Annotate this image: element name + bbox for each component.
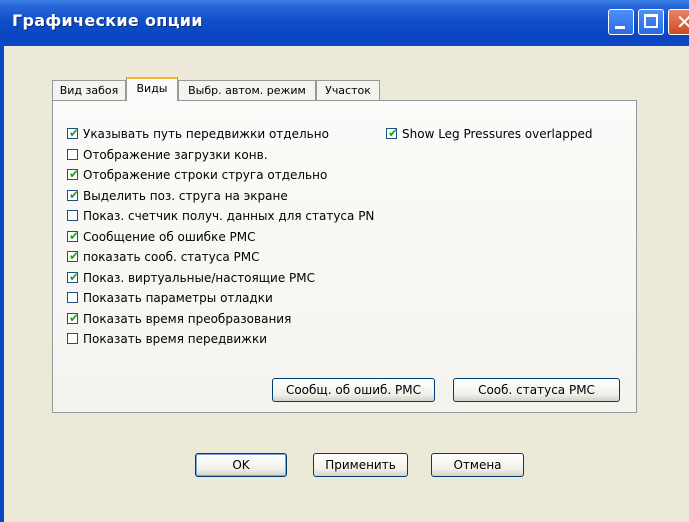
checkmark-icon: ✔ xyxy=(69,310,80,325)
title-bar[interactable]: Графические опции ✕ xyxy=(0,0,689,46)
checkmark-icon: ✔ xyxy=(69,249,80,263)
option-label: Выделить поз. струга на экране xyxy=(83,188,288,203)
option-label: Отображение строки струга отдельно xyxy=(83,168,328,182)
ok-button[interactable]: OK xyxy=(195,453,287,477)
option-label: Показ. счетчик получ. данных для статуса… xyxy=(83,209,375,223)
option-label: Show Leg Pressures overlapped xyxy=(402,127,593,141)
close-button[interactable]: ✕ xyxy=(668,9,689,35)
checkbox-box[interactable] xyxy=(67,210,78,221)
window-title: Графические опции xyxy=(12,11,203,30)
cancel-button[interactable]: Отмена xyxy=(431,453,524,477)
checkmark-icon: ✔ xyxy=(69,167,80,181)
tab-panel-views: ✔ Указывать путь передвижки отдельно Отобр… xyxy=(52,100,637,413)
checkbox-box[interactable]: ✔ xyxy=(67,187,80,202)
maximize-button[interactable] xyxy=(638,9,664,35)
option-label: Показать время передвижки xyxy=(83,332,267,346)
option-label: Показать время преобразования xyxy=(83,311,292,326)
minimize-button[interactable] xyxy=(608,9,634,35)
error-message-pmc-button[interactable]: Сообщ. об ошиб. PMC xyxy=(272,378,435,402)
checkmark-icon: ✔ xyxy=(388,126,399,140)
checkmark-icon: ✔ xyxy=(69,228,80,243)
checkbox-box[interactable]: ✔ xyxy=(67,249,80,263)
minimize-icon xyxy=(615,26,625,29)
option-label: Показ. виртуальные/настоящие PMC xyxy=(83,270,316,285)
checkbox-box[interactable] xyxy=(67,292,78,303)
option-label: Сообщение об ошибке PMC xyxy=(83,229,256,244)
checkbox-box[interactable]: ✔ xyxy=(67,310,80,325)
tab-auto-mode[interactable]: Выбр. автом. режим xyxy=(178,80,316,100)
apply-button[interactable]: Применить xyxy=(313,453,408,477)
tab-face-view[interactable]: Вид забоя xyxy=(52,80,126,100)
checkbox-box[interactable]: ✔ xyxy=(67,126,80,140)
tab-views[interactable]: Виды xyxy=(126,77,178,101)
checkbox-box[interactable] xyxy=(67,148,78,160)
close-icon: ✕ xyxy=(676,10,689,34)
window-border xyxy=(0,46,4,522)
checkbox-box[interactable]: ✔ xyxy=(386,126,399,140)
graphic-options-dialog: Графические опции ✕ Вид забоя Виды Выбр.… xyxy=(0,0,689,522)
checkmark-icon: ✔ xyxy=(69,269,80,284)
option-label: Показать параметры отладки xyxy=(83,291,273,305)
checkbox-box[interactable]: ✔ xyxy=(67,167,80,181)
checkbox-box[interactable] xyxy=(67,333,78,344)
checkbox-box[interactable]: ✔ xyxy=(67,228,80,243)
option-label: Отображение загрузки конв. xyxy=(83,147,268,162)
option-label: Указывать путь передвижки отдельно xyxy=(83,127,329,141)
checkmark-icon: ✔ xyxy=(69,126,80,140)
status-message-pmc-button[interactable]: Сооб. статуса PMC xyxy=(453,378,620,402)
option-label: показать сооб. статуса PMC xyxy=(83,250,260,264)
checkbox-box[interactable]: ✔ xyxy=(67,269,80,284)
tab-section[interactable]: Участок xyxy=(316,80,380,100)
checkmark-icon: ✔ xyxy=(69,187,80,202)
maximize-icon xyxy=(644,14,658,28)
